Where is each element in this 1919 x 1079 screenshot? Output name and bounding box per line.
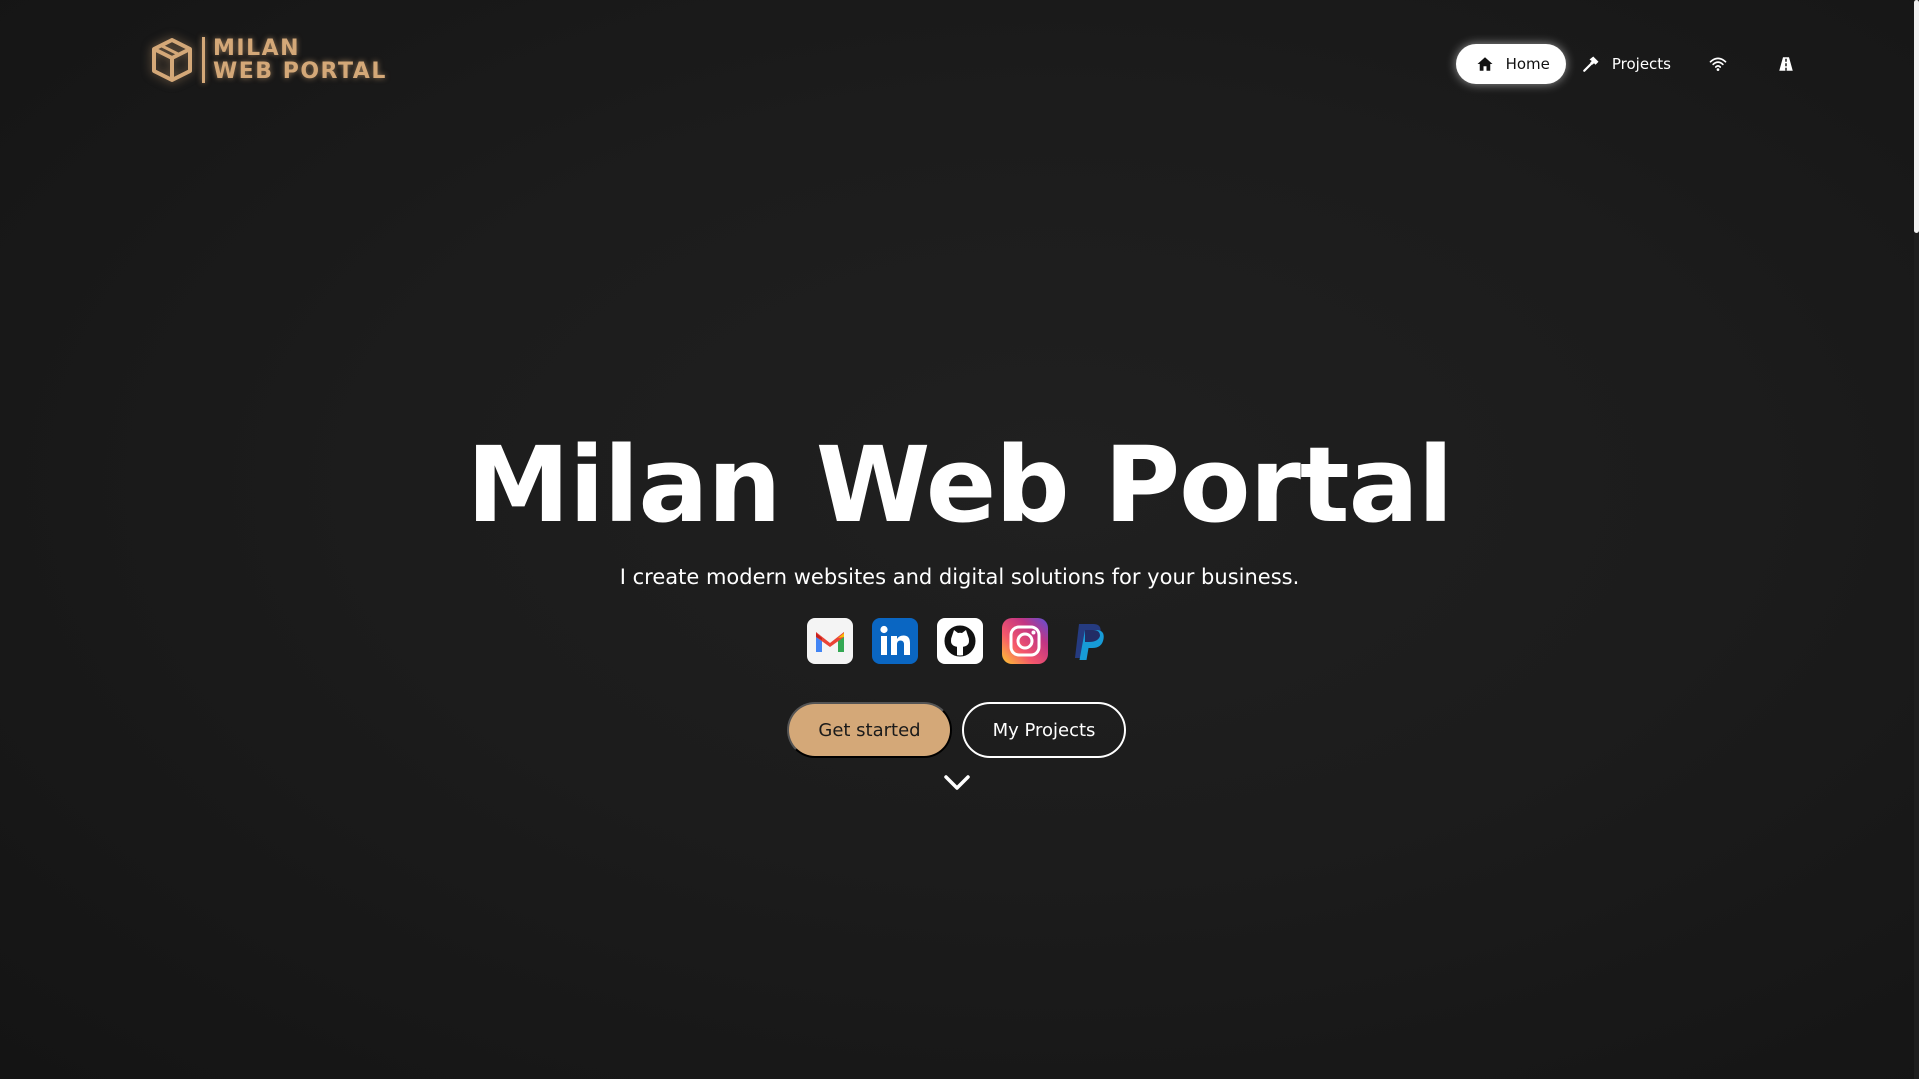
nav-projects[interactable]: Projects xyxy=(1566,44,1687,84)
nav-road[interactable] xyxy=(1761,44,1811,84)
road-icon xyxy=(1779,57,1793,71)
github-icon xyxy=(937,618,983,664)
linkedin-link[interactable] xyxy=(872,618,918,664)
hero-actions: Get started My Projects xyxy=(787,702,1126,758)
scrollbar-track[interactable] xyxy=(1914,0,1919,1079)
instagram-icon xyxy=(1002,618,1048,664)
scrollbar-thumb[interactable] xyxy=(1914,0,1919,233)
hero-subtitle: I create modern websites and digital sol… xyxy=(619,565,1300,589)
nav-home[interactable]: Home xyxy=(1455,44,1566,84)
hero-title: Milan Web Portal xyxy=(466,424,1454,546)
brand-name: MILAN WEB PORTAL xyxy=(213,37,387,83)
get-started-button[interactable]: Get started xyxy=(787,702,952,758)
paypal-icon xyxy=(1075,624,1104,660)
hammer-icon xyxy=(1582,56,1599,72)
brand-line-1: MILAN xyxy=(213,36,301,61)
github-link[interactable] xyxy=(937,618,983,664)
linkedin-icon xyxy=(872,618,918,664)
nav-home-label: Home xyxy=(1505,55,1550,73)
brand-logo[interactable]: MILAN WEB PORTAL xyxy=(148,34,387,86)
gmail-icon xyxy=(807,618,853,664)
nav-projects-label: Projects xyxy=(1611,55,1671,73)
my-projects-button[interactable]: My Projects xyxy=(962,702,1126,758)
instagram-link[interactable] xyxy=(1002,618,1048,664)
cube-icon xyxy=(152,38,192,82)
social-links xyxy=(807,618,1113,664)
paypal-link[interactable] xyxy=(1067,618,1113,664)
brand-line-2: WEB PORTAL xyxy=(213,59,387,84)
page: MILAN WEB PORTAL Home Projects Milan Web… xyxy=(0,0,1919,1079)
wifi-icon xyxy=(1709,57,1727,71)
nav-wifi[interactable] xyxy=(1693,44,1743,84)
logo-divider xyxy=(202,37,205,83)
main-nav: Home Projects xyxy=(1455,44,1811,84)
home-icon xyxy=(1477,57,1493,71)
gmail-link[interactable] xyxy=(807,618,853,664)
chevron-down-icon[interactable] xyxy=(943,773,971,793)
